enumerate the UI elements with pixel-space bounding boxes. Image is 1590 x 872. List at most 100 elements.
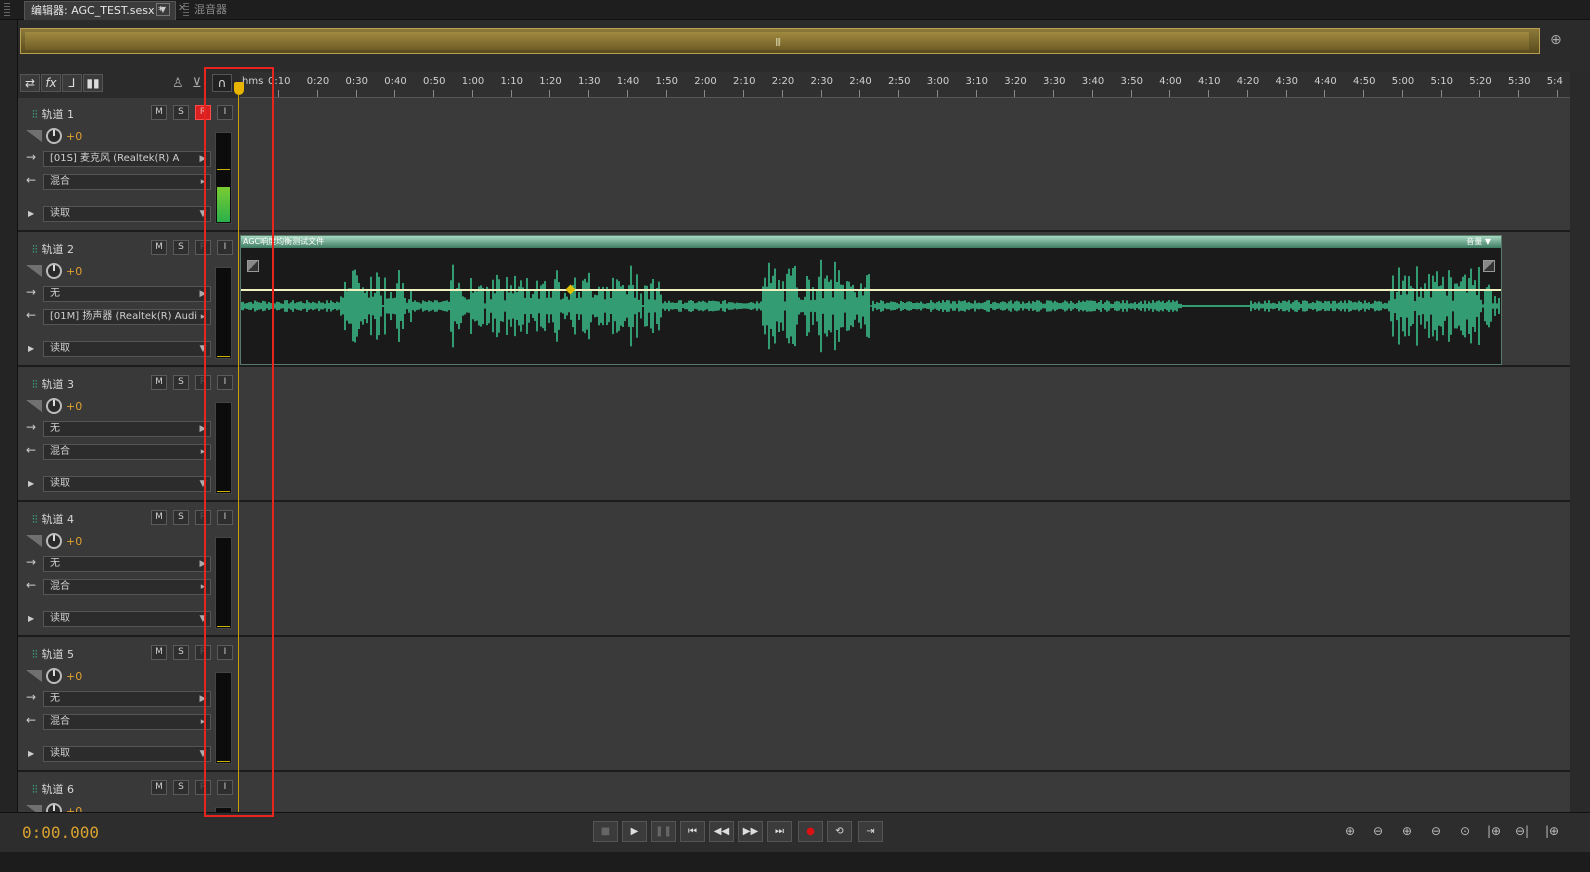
clip-header[interactable]: AGC响度均衡测试文件 音量 ▼ (241, 236, 1501, 248)
input-select[interactable]: [01S] 麦克风 (Realtek(R) A (43, 151, 211, 167)
dropdown-arrow-icon[interactable]: ▼ (195, 342, 211, 358)
zoom-navigator-bar[interactable]: ||| (20, 28, 1540, 54)
input-monitor-button[interactable]: I (217, 240, 233, 255)
track-name[interactable]: ⫶⫶ 轨道 3 (32, 376, 74, 392)
zoom-out-point-icon[interactable]: ⊖| (1515, 824, 1529, 838)
dropdown-arrow-icon[interactable]: ▼ (195, 747, 211, 763)
fx-icon[interactable]: fx (41, 74, 61, 92)
zoom-navigator-icon[interactable]: ⊕ (1550, 32, 1562, 48)
record-arm-button[interactable]: R (195, 375, 211, 390)
output-select[interactable]: 混合 (43, 714, 211, 730)
dropdown-arrow-icon[interactable]: ▸ (195, 445, 211, 461)
expand-automation-icon[interactable]: ▶ (28, 479, 34, 488)
track-name[interactable]: ⫶⫶ 轨道 5 (32, 646, 74, 662)
play-icon[interactable]: ▶ (622, 821, 647, 842)
input-monitor-button[interactable]: I (217, 510, 233, 525)
track-header[interactable]: ⫶⫶ 轨道 6 M S R I +0 (18, 773, 240, 812)
rewind-icon[interactable]: ◀◀ (709, 821, 734, 842)
track-name[interactable]: ⫶⫶ 轨道 2 (32, 241, 74, 257)
skip-selection-icon[interactable]: ⇥ (858, 821, 883, 842)
zoom-in-point-icon[interactable]: |⊕ (1487, 824, 1501, 838)
zoom-in-amplitude-icon[interactable]: ⊕ (1345, 824, 1355, 838)
fade-in-handle-icon[interactable] (247, 260, 259, 272)
pause-icon[interactable]: ❚❚ (651, 821, 676, 842)
solo-button[interactable]: S (173, 240, 189, 255)
volume-value[interactable]: +0 (66, 400, 82, 413)
loop-icon[interactable]: ⟲ (827, 821, 852, 842)
mute-button[interactable]: M (151, 510, 167, 525)
record-icon[interactable]: ● (798, 821, 823, 842)
stop-icon[interactable]: ■ (593, 821, 618, 842)
dropdown-arrow-icon[interactable]: ▸ (195, 580, 211, 596)
dropdown-arrow-icon[interactable]: ▸ (195, 715, 211, 731)
fade-out-handle-icon[interactable] (1483, 260, 1495, 272)
input-select[interactable]: 无 (43, 421, 211, 437)
automation-mode-select[interactable]: 读取 (43, 206, 211, 222)
dropdown-arrow-icon[interactable]: ▸ (195, 175, 211, 191)
clip-volume-menu[interactable]: 音量 ▼ (1466, 236, 1491, 248)
zoom-out-amplitude-icon[interactable]: ⊖ (1373, 824, 1383, 838)
vertical-scrollbar[interactable] (1570, 72, 1590, 812)
track-lane[interactable]: AGC响度均衡测试文件 音量 ▼ (240, 233, 1570, 367)
input-monitor-button[interactable]: I (217, 105, 233, 120)
track-header[interactable]: ⫶⫶ 轨道 4 M S R I +0 → 无 ▶ ← 混合 ▸ ▶ 读取 ▼ (18, 503, 240, 637)
dropdown-arrow-icon[interactable]: ▶ (195, 422, 211, 438)
mute-button[interactable]: M (151, 375, 167, 390)
expand-automation-icon[interactable]: ▶ (28, 209, 34, 218)
dropdown-arrow-icon[interactable]: ▼ (195, 612, 211, 628)
automation-mode-select[interactable]: 读取 (43, 341, 211, 357)
volume-value[interactable]: +0 (66, 265, 82, 278)
volume-knob[interactable] (46, 668, 62, 684)
solo-button[interactable]: S (173, 105, 189, 120)
volume-knob[interactable] (46, 263, 62, 279)
track-lane[interactable] (240, 773, 1570, 812)
automation-mode-select[interactable]: 读取 (43, 746, 211, 762)
track-header[interactable]: ⫶⫶ 轨道 1 M S R I +0 → [01S] 麦克风 (Realtek(R… (18, 98, 240, 232)
audio-clip[interactable]: AGC响度均衡测试文件 音量 ▼ (240, 235, 1502, 365)
zoom-out-time-icon[interactable]: ⊖ (1431, 824, 1441, 838)
clip-volume-envelope[interactable] (241, 289, 1501, 291)
fast-forward-icon[interactable]: ▶▶ (738, 821, 763, 842)
output-select[interactable]: 混合 (43, 579, 211, 595)
expand-automation-icon[interactable]: ▶ (28, 614, 34, 623)
expand-automation-icon[interactable]: ▶ (28, 749, 34, 758)
track-name[interactable]: ⫶⫶ 轨道 4 (32, 511, 74, 527)
input-select[interactable]: 无 (43, 286, 211, 302)
zoom-full-icon[interactable]: ⊙ (1460, 824, 1470, 838)
volume-value[interactable]: +0 (66, 130, 82, 143)
go-to-start-icon[interactable]: ⏮ (680, 821, 705, 842)
dropdown-arrow-icon[interactable]: ▼ (195, 477, 211, 493)
output-select[interactable]: [01M] 扬声器 (Realtek(R) Audi (43, 309, 211, 325)
record-arm-button[interactable]: R (195, 780, 211, 795)
track-lanes-area[interactable]: AGC响度均衡测试文件 音量 ▼ (240, 98, 1570, 812)
automation-mode-select[interactable]: 读取 (43, 476, 211, 492)
volume-knob[interactable] (46, 128, 62, 144)
input-monitor-icon[interactable]: ⊻ (192, 76, 202, 91)
input-monitor-button[interactable]: I (217, 645, 233, 660)
eq-icon[interactable]: ▮▮ (83, 74, 103, 92)
zoom-selection-icon[interactable]: |⊕ (1545, 824, 1559, 838)
record-arm-button[interactable]: R (195, 645, 211, 660)
swap-icon[interactable]: ⇄ (20, 74, 40, 92)
automation-mode-select[interactable]: 读取 (43, 611, 211, 627)
dropdown-arrow-icon[interactable]: ▶ (195, 152, 211, 168)
output-select[interactable]: 混合 (43, 174, 211, 190)
tab-editor[interactable]: 编辑器: AGC_TEST.sesx * (24, 1, 176, 20)
volume-value[interactable]: +0 (66, 535, 82, 548)
headphones-icon[interactable]: ∩ (212, 74, 232, 92)
send-icon[interactable]: ⅃ (62, 74, 82, 92)
track-header[interactable]: ⫶⫶ 轨道 2 M S R I +0 → 无 ▶ ← [01M] 扬声器 (Rea… (18, 233, 240, 367)
volume-value[interactable]: +0 (66, 805, 82, 813)
playhead-marker[interactable] (234, 82, 244, 95)
track-lane[interactable] (240, 368, 1570, 502)
dropdown-arrow-icon[interactable]: ▶ (195, 557, 211, 573)
panel-grip[interactable] (4, 3, 10, 17)
dropdown-arrow-icon[interactable]: ▶ (195, 287, 211, 303)
record-arm-button[interactable]: R (195, 105, 211, 120)
solo-button[interactable]: S (173, 780, 189, 795)
dropdown-arrow-icon[interactable]: ▸ (195, 310, 211, 326)
input-monitor-button[interactable]: I (217, 375, 233, 390)
time-ruler[interactable]: hms 0:10 0:20 0:30 0:40 0:50 1:00 1:10 1:20 1:30… (240, 72, 1570, 98)
dropdown-arrow-icon[interactable]: ▼ (195, 207, 211, 223)
volume-knob[interactable] (46, 398, 62, 414)
